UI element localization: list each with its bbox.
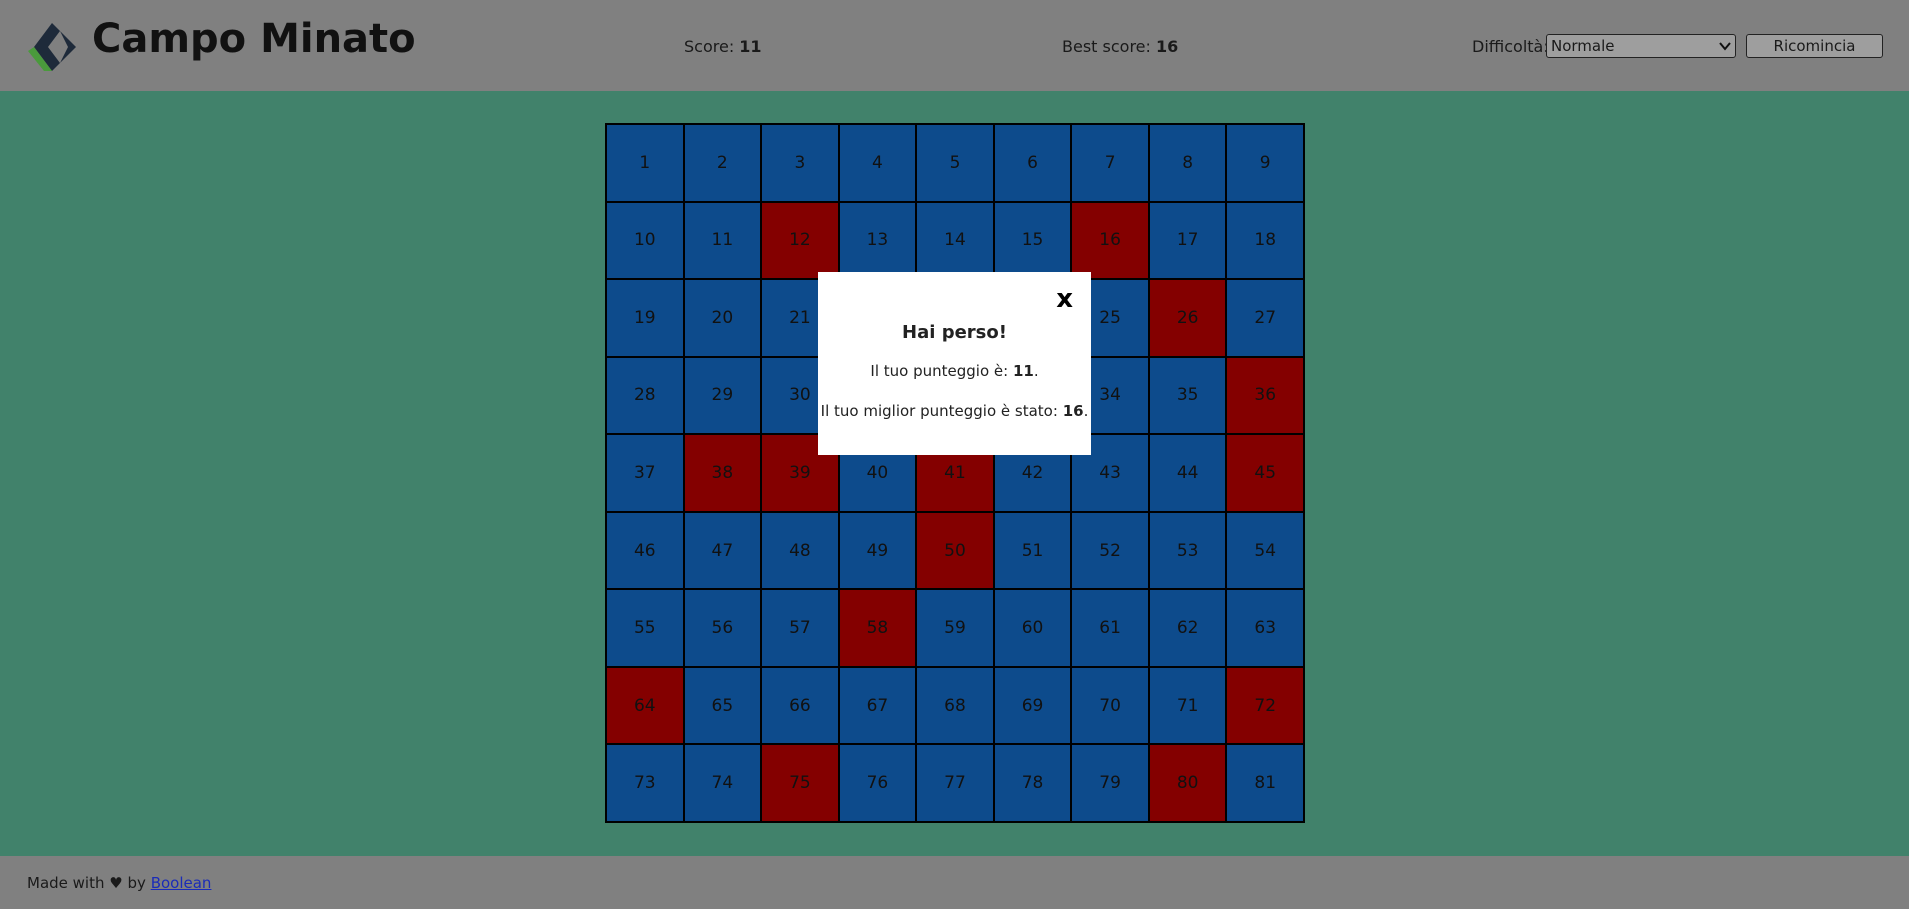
footer: Made with ♥ by Boolean	[0, 856, 1909, 909]
best-score-display: Best score: 16	[1062, 37, 1178, 56]
logo-icon	[28, 23, 76, 71]
modal-score-text: Il tuo punteggio è:	[870, 362, 1009, 380]
minefield-grid: 1234567891011121314151617181920212223242…	[605, 123, 1305, 823]
grid-cell[interactable]: 60	[993, 589, 1072, 667]
boolean-link[interactable]: Boolean	[151, 874, 212, 892]
grid-cell[interactable]: 76	[838, 744, 917, 822]
grid-cell[interactable]: 8	[1148, 124, 1227, 202]
grid-cell[interactable]: 70	[1071, 666, 1149, 745]
grid-cell[interactable]: 13	[838, 201, 917, 280]
mine-cell[interactable]: 45	[1226, 434, 1304, 512]
modal-score-value: 11	[1012, 362, 1034, 380]
grid-cell[interactable]: 51	[993, 511, 1072, 590]
grid-cell[interactable]: 73	[606, 744, 684, 822]
footer-credit: Made with ♥ by Boolean	[27, 874, 211, 892]
score-display: Score: 11	[684, 37, 762, 56]
grid-cell[interactable]: 79	[1071, 744, 1149, 822]
modal-best-line: Il tuo miglior punteggio è stato: 16.	[818, 402, 1091, 420]
best-score-value: 16	[1156, 37, 1179, 56]
modal-best-text: Il tuo miglior punteggio è stato:	[820, 402, 1058, 420]
footer-by: by	[127, 874, 146, 892]
score-label: Score:	[684, 37, 735, 56]
modal-best-period: .	[1083, 402, 1089, 420]
difficulty-label: Difficoltà:	[1472, 37, 1549, 56]
grid-cell[interactable]: 11	[683, 201, 762, 280]
grid-cell[interactable]: 81	[1226, 744, 1304, 822]
grid-cell[interactable]: 5	[916, 124, 994, 202]
modal-best-value: 16	[1062, 402, 1084, 420]
grid-cell[interactable]: 66	[761, 666, 839, 745]
grid-cell[interactable]: 4	[838, 124, 917, 202]
grid-cell[interactable]: 67	[838, 666, 917, 745]
grid-cell[interactable]: 56	[683, 589, 762, 667]
grid-cell[interactable]: 49	[838, 511, 917, 590]
grid-cell[interactable]: 63	[1226, 589, 1304, 667]
grid-cell[interactable]: 35	[1148, 356, 1227, 435]
grid-cell[interactable]: 61	[1071, 589, 1149, 667]
modal-score-line: Il tuo punteggio è: 11.	[818, 362, 1091, 380]
grid-cell[interactable]: 6	[993, 124, 1072, 202]
grid-cell[interactable]: 54	[1226, 511, 1304, 590]
restart-button[interactable]: Ricomincia	[1746, 34, 1883, 58]
grid-cell[interactable]: 1	[606, 124, 684, 202]
grid-cell[interactable]: 10	[606, 201, 684, 280]
grid-cell[interactable]: 65	[683, 666, 762, 745]
grid-cell[interactable]: 27	[1226, 279, 1304, 357]
grid-cell[interactable]: 7	[1071, 124, 1149, 202]
grid-cell[interactable]: 71	[1148, 666, 1227, 745]
grid-cell[interactable]: 29	[683, 356, 762, 435]
grid-cell[interactable]: 59	[916, 589, 994, 667]
grid-cell[interactable]: 52	[1071, 511, 1149, 590]
grid-cell[interactable]: 47	[683, 511, 762, 590]
grid-cell[interactable]: 77	[916, 744, 994, 822]
grid-cell[interactable]: 74	[683, 744, 762, 822]
grid-cell[interactable]: 37	[606, 434, 684, 512]
mine-cell[interactable]: 38	[683, 434, 762, 512]
grid-cell[interactable]: 20	[683, 279, 762, 357]
mine-cell[interactable]: 58	[838, 589, 917, 667]
difficulty-selected-value: Normale	[1551, 37, 1615, 55]
grid-cell[interactable]: 78	[993, 744, 1072, 822]
grid-cell[interactable]: 44	[1148, 434, 1227, 512]
grid-cell[interactable]: 18	[1226, 201, 1304, 280]
heart-icon: ♥	[109, 874, 123, 892]
grid-cell[interactable]: 46	[606, 511, 684, 590]
grid-cell[interactable]: 55	[606, 589, 684, 667]
grid-cell[interactable]: 68	[916, 666, 994, 745]
footer-made-with: Made with	[27, 874, 105, 892]
score-value: 11	[739, 37, 762, 56]
mine-cell[interactable]: 80	[1148, 744, 1227, 822]
grid-cell[interactable]: 9	[1226, 124, 1304, 202]
game-area: 1234567891011121314151617181920212223242…	[0, 91, 1909, 856]
grid-cell[interactable]: 53	[1148, 511, 1227, 590]
header: Campo Minato Score: 11 Best score: 16 Di…	[0, 0, 1909, 91]
mine-cell[interactable]: 72	[1226, 666, 1304, 745]
grid-cell[interactable]: 17	[1148, 201, 1227, 280]
grid-cell[interactable]: 19	[606, 279, 684, 357]
grid-cell[interactable]: 14	[916, 201, 994, 280]
close-icon[interactable]: x	[1056, 284, 1073, 314]
mine-cell[interactable]: 64	[606, 666, 684, 745]
grid-cell[interactable]: 15	[993, 201, 1072, 280]
difficulty-select[interactable]: Normale	[1546, 34, 1736, 58]
chevron-down-icon	[1719, 37, 1731, 55]
grid-cell[interactable]: 69	[993, 666, 1072, 745]
grid-cell[interactable]: 48	[761, 511, 839, 590]
mine-cell[interactable]: 50	[916, 511, 994, 590]
mine-cell[interactable]: 26	[1148, 279, 1227, 357]
mine-cell[interactable]: 75	[761, 744, 839, 822]
modal-score-period: .	[1033, 362, 1039, 380]
grid-cell[interactable]: 57	[761, 589, 839, 667]
app-title: Campo Minato	[92, 16, 416, 62]
mine-cell[interactable]: 16	[1071, 201, 1149, 280]
game-over-modal: x Hai perso! Il tuo punteggio è: 11. Il …	[818, 272, 1091, 455]
modal-title: Hai perso!	[902, 322, 1007, 343]
mine-cell[interactable]: 12	[761, 201, 839, 280]
grid-cell[interactable]: 2	[683, 124, 762, 202]
grid-cell[interactable]: 3	[761, 124, 839, 202]
grid-cell[interactable]: 28	[606, 356, 684, 435]
mine-cell[interactable]: 36	[1226, 356, 1304, 435]
grid-cell[interactable]: 62	[1148, 589, 1227, 667]
best-score-label: Best score:	[1062, 37, 1151, 56]
